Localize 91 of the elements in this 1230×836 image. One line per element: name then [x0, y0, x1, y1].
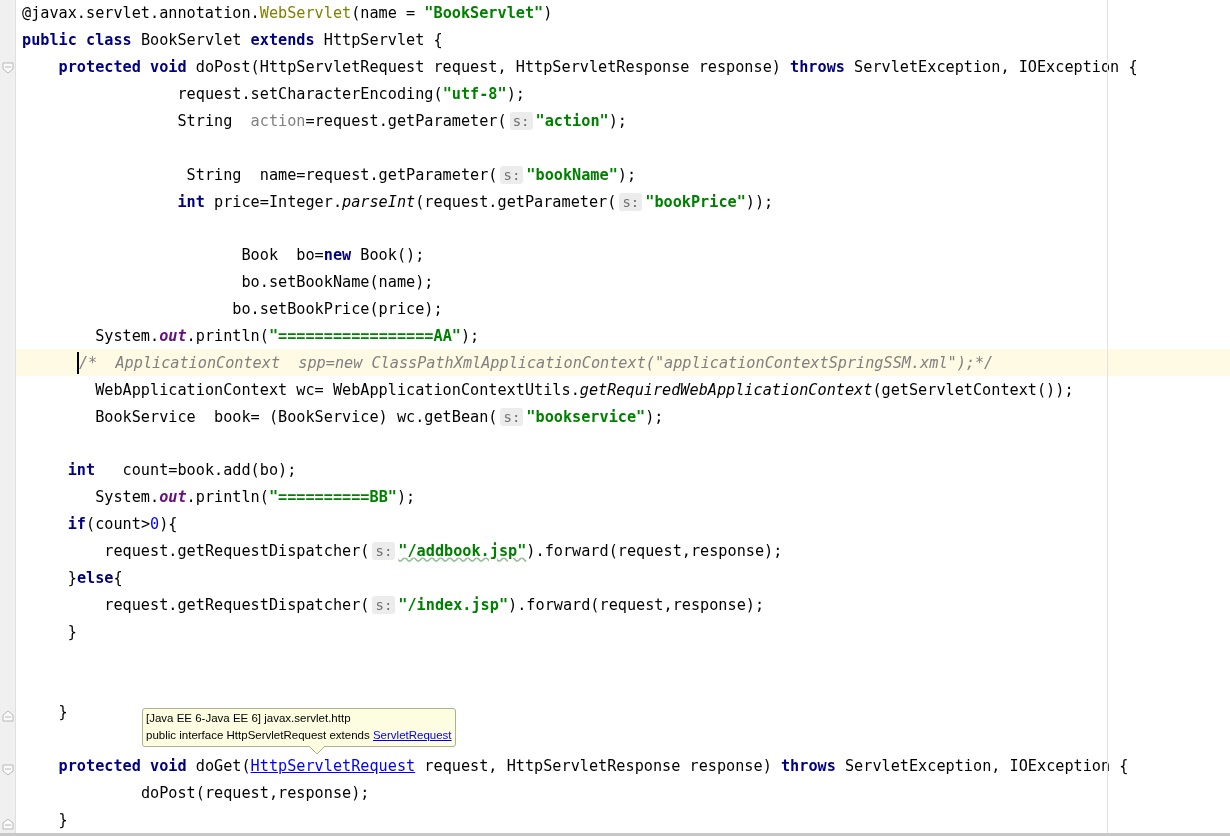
code-text: ); [506, 85, 525, 104]
string-literal: "bookservice" [526, 407, 646, 426]
field-name: out [159, 488, 187, 507]
code-text: ).forward(request,response); [526, 541, 783, 560]
fold-icon[interactable] [0, 708, 15, 723]
code-text: request, HttpServletResponse response) [423, 756, 773, 775]
code-text: BookService book= (BookService) wc.getBean( [95, 407, 498, 426]
code-text: ); [460, 326, 480, 345]
code-text: (getServletContext()); [872, 380, 1074, 399]
code-text: .println( [186, 488, 269, 507]
parameter-hint: s: [372, 541, 396, 560]
code-text: ServletException, IOException { [853, 58, 1138, 77]
keyword: int [67, 461, 96, 480]
code-text: bo.setBookPrice(price); [232, 300, 443, 319]
code-text: ); [608, 111, 627, 130]
variable-name: action [250, 111, 306, 130]
tooltip-text: public interface HttpServletRequest extends [146, 729, 371, 741]
number-literal: 0 [150, 515, 160, 534]
code-text: } [67, 568, 77, 587]
code-text: ) [543, 4, 553, 23]
code-text: Book(); [359, 246, 425, 265]
keyword: extends [250, 31, 315, 50]
string-literal: "=================AA" [268, 326, 461, 345]
code-text: ); [645, 407, 664, 426]
method-name: parseInt [342, 192, 416, 211]
text-cursor [76, 351, 79, 374]
code-text: (name = [351, 4, 417, 23]
keyword: protected void [58, 58, 187, 77]
keyword: throws [780, 756, 836, 775]
code-text: ).forward(request,response); [508, 595, 765, 614]
code-text: doPost(HttpServletRequest request, HttpServletResponse response) [194, 58, 782, 77]
code-text: } [58, 810, 68, 829]
code-text: { [113, 568, 123, 587]
code-text: String [177, 111, 234, 130]
code-text: (count> [86, 515, 151, 534]
string-literal: "/addbook.jsp" [398, 541, 527, 560]
code-text: WebApplicationContext wc= WebApplicationContextUtils. [95, 380, 580, 399]
string-literal: "==========BB" [268, 488, 397, 507]
keyword: public class [22, 31, 132, 50]
string-literal: "action" [535, 111, 609, 130]
code-text: ){ [159, 515, 178, 534]
string-literal: "BookServlet" [424, 4, 544, 23]
code-text: @javax.servlet.annotation. [22, 4, 260, 23]
tooltip-link[interactable]: ServletRequest [372, 729, 452, 741]
code-text: } [58, 703, 68, 722]
parameter-hint: s: [509, 111, 533, 130]
code-text: request.setCharacterEncoding( [177, 85, 443, 104]
fold-icon[interactable] [0, 816, 15, 831]
method-name: getRequiredWebApplicationContext [579, 380, 873, 399]
type-link[interactable]: HttpServletRequest [250, 756, 416, 775]
string-literal: "bookPrice" [645, 192, 746, 211]
keyword: int [177, 192, 205, 211]
code-text: BookServlet [139, 31, 243, 50]
parameter-hint: s: [372, 595, 396, 614]
parameter-hint: s: [500, 407, 524, 426]
code-text: .println( [186, 326, 269, 345]
fold-icon[interactable] [0, 762, 15, 777]
code-text: doGet( [194, 756, 251, 775]
annotation-name: WebServlet [259, 4, 352, 23]
code-text: String name=request.getParameter( [186, 165, 498, 184]
code-text: System. [95, 488, 160, 507]
code-text: HttpServlet { [322, 31, 443, 50]
code-text: ); [617, 165, 637, 184]
string-literal: "/index.jsp" [398, 595, 509, 614]
code-text: (request.getParameter( [415, 192, 617, 211]
parameter-hint: s: [619, 192, 643, 211]
string-literal: "utf-8" [442, 85, 507, 104]
code-text: } [67, 622, 77, 641]
keyword: else [76, 568, 114, 587]
code-text: ServletException, IOException { [843, 756, 1129, 775]
code-text: System. [95, 326, 160, 345]
code-text: =request.getParameter( [305, 111, 507, 130]
code-text: request.getRequestDispatcher( [104, 541, 370, 560]
keyword: new [323, 246, 352, 265]
code-text: ); [396, 488, 416, 507]
code-text: bo.setBookName(name); [241, 273, 434, 292]
code-text: request.getRequestDispatcher( [104, 595, 370, 614]
code-text: count=book.add(bo); [121, 461, 297, 480]
tooltip-title: [Java EE 6-Java EE 6] javax.servlet.http [146, 711, 352, 726]
string-literal: "bookName" [526, 165, 618, 184]
parameter-hint: s: [500, 165, 524, 184]
keyword: if [67, 515, 86, 534]
code-text: price=Integer. [213, 192, 343, 211]
keyword: throws [790, 58, 845, 77]
field-name: out [159, 326, 187, 345]
code-text: Book bo= [241, 246, 324, 265]
code-comment: /* ApplicationContext spp=new ClassPathXmlApplicationContext("applicationContextSpringSSM.xml");*/ [78, 353, 994, 372]
keyword: protected void [58, 756, 187, 775]
fold-icon[interactable] [0, 60, 15, 75]
code-text: doPost(request,response); [140, 783, 370, 802]
code-text: )); [745, 192, 774, 211]
